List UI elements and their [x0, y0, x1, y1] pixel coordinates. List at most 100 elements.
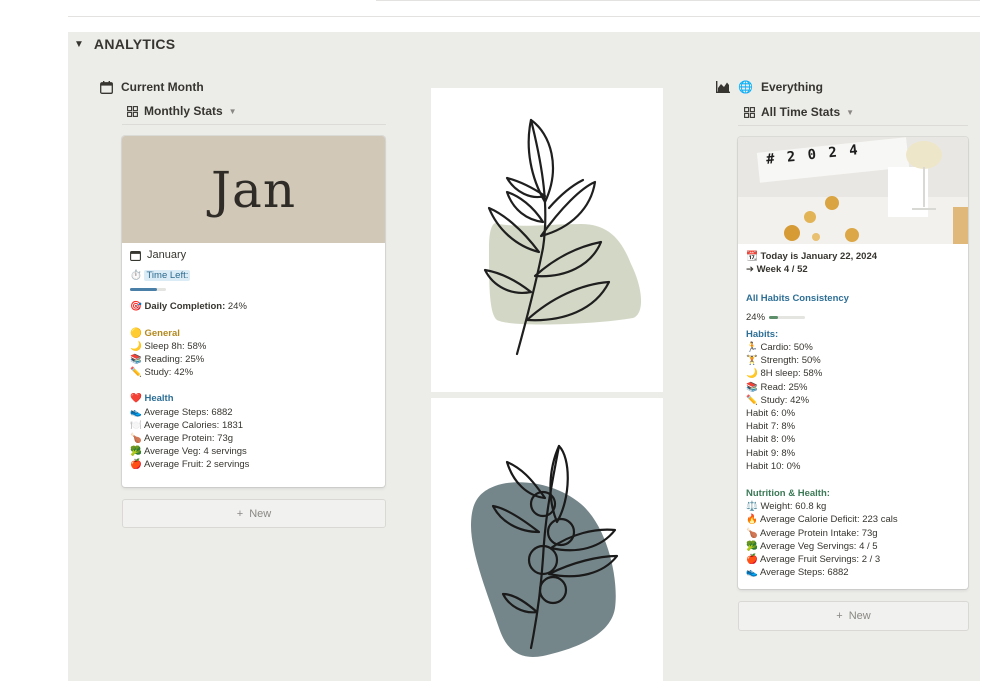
stat-row: 🥦 Average Veg: 4 servings	[130, 445, 377, 458]
stat-value: 4 servings	[203, 446, 247, 458]
chevron-down-icon[interactable]: ▼	[229, 107, 237, 116]
habit-value: 58%	[803, 368, 823, 380]
habit-label: Strength:	[760, 355, 800, 367]
leaf-branch-icon	[483, 118, 642, 356]
nutrition-value: 2 / 3	[861, 554, 881, 566]
stat-label: Average Calories:	[143, 419, 220, 431]
consistency-label: All Habits Consistency	[746, 293, 849, 305]
olive-branch-icon	[471, 444, 619, 657]
analytics-title: ANALYTICS	[93, 36, 176, 52]
apple-icon: 🍎	[130, 459, 142, 471]
consistency-row: 24%	[746, 311, 960, 324]
stat-row: 👟 Average Steps: 6882	[130, 406, 377, 419]
monthly-stats-tab[interactable]: Monthly Stats ▼	[127, 104, 237, 118]
habit-value: 0%	[781, 434, 796, 446]
habit-row: Habit 10: 0%	[746, 460, 960, 473]
current-month-label: Current Month	[121, 80, 204, 94]
plate-icon: 🍽️	[130, 419, 142, 431]
jan-cover-text: Jan	[210, 160, 297, 219]
shoe-icon: 👟	[746, 567, 758, 579]
calendar-icon	[130, 251, 141, 262]
consistency-progress-bar	[769, 315, 806, 319]
nutrition-row: 🔥 Average Calorie Deficit: 223 cals	[746, 513, 960, 526]
current-month-heading[interactable]: Current Month	[100, 80, 204, 94]
heart-icon: ❤️	[130, 393, 142, 405]
nutrition-label-text: Average Veg Servings:	[759, 540, 857, 552]
new-button[interactable]: + New	[122, 499, 386, 528]
stat-row: 🌙 Sleep 8h: 58%	[130, 340, 377, 353]
nutrition-row: 🍎 Average Fruit Servings: 2 / 3	[746, 553, 960, 566]
analytics-panel: ▼ ANALYTICS Current Month Monthly Stats …	[68, 32, 980, 681]
books-icon: 📚	[130, 354, 142, 366]
stat-label: Average Steps:	[143, 406, 209, 418]
habit-value: 8%	[781, 421, 796, 433]
analytics-header[interactable]: ▼ ANALYTICS	[74, 36, 175, 52]
moon-icon: 🌙	[746, 368, 758, 380]
jan-cover: Jan	[122, 136, 385, 243]
stat-label: Study:	[144, 367, 172, 379]
consistency-value: 24%	[746, 311, 766, 323]
stat-row: 🍗 Average Protein: 73g	[130, 432, 377, 445]
time-left-row: ⏱️ Time Left:	[130, 269, 377, 282]
calendar-icon	[100, 80, 113, 94]
broccoli-icon: 🥦	[130, 446, 142, 458]
habit-row: Habit 8: 0%	[746, 433, 960, 446]
nutrition-row: 🥦 Average Veg Servings: 4 / 5	[746, 540, 960, 553]
stat-label: Reading:	[144, 354, 183, 366]
all-time-card[interactable]: # 2 0 2 4 📆 Today is January 22, 2024 ➔ …	[738, 137, 968, 589]
habit-row: 📚 Read: 25%	[746, 381, 960, 394]
time-left-progress-fill	[130, 287, 157, 291]
top-divider	[376, 0, 980, 1]
weightlifter-icon: 🏋️	[746, 355, 758, 367]
fire-icon: 🔥	[746, 514, 758, 526]
area-chart-icon	[716, 81, 730, 93]
nutrition-value: 6882	[827, 567, 849, 579]
all-time-stats-tab[interactable]: All Time Stats ▼	[744, 105, 854, 119]
habit-value: 0%	[781, 408, 796, 420]
chevron-down-icon[interactable]: ▼	[846, 108, 854, 117]
time-left-progress-bar	[130, 287, 166, 291]
nutrition-label-text: Average Fruit Servings:	[759, 554, 860, 566]
habit-label: Habit 6:	[746, 408, 779, 420]
nutrition-label-text: Weight:	[760, 501, 793, 513]
habit-label: 8H sleep:	[760, 368, 801, 380]
nutrition-row: 🍗 Average Protein Intake: 73g	[746, 527, 960, 540]
drumstick-icon: 🍗	[746, 527, 758, 539]
stat-value: 1831	[221, 419, 244, 431]
stat-row: ✏️ Study: 42%	[130, 366, 377, 379]
stat-label: Average Fruit:	[143, 459, 204, 471]
nutrition-value: 73g	[861, 527, 878, 539]
general-label: General	[144, 327, 180, 339]
pencil-icon: ✏️	[130, 367, 142, 379]
olive-art-image	[431, 398, 663, 681]
new-button[interactable]: + New	[738, 601, 969, 631]
card-title: January	[147, 249, 187, 261]
nutrition-label-text: Average Steps:	[759, 567, 825, 579]
daily-completion-value: 24%	[227, 301, 247, 313]
everything-heading[interactable]: 🌐 Everything	[716, 80, 823, 94]
habit-label: Habit 8:	[746, 434, 779, 446]
toggle-triangle-icon[interactable]: ▼	[74, 39, 84, 50]
habit-value: 25%	[788, 381, 808, 393]
habit-label: Habit 7:	[746, 421, 779, 433]
habit-row: Habit 7: 8%	[746, 420, 960, 433]
stat-label: Average Protein:	[143, 433, 215, 445]
stat-row: 🍎 Average Fruit: 2 servings	[130, 458, 377, 471]
habit-value: 8%	[781, 447, 796, 459]
habit-value: 0%	[786, 460, 801, 472]
habit-row: 🏃 Cardio: 50%	[746, 341, 960, 354]
section-divider	[68, 16, 980, 17]
scale-icon: ⚖️	[746, 501, 758, 513]
stat-value: 58%	[187, 340, 207, 352]
globe-icon: 🌐	[738, 80, 753, 94]
nutrition-value: 223 cals	[862, 514, 898, 526]
stat-value: 73g	[217, 433, 234, 445]
habit-value: 42%	[790, 394, 810, 406]
everything-label: Everything	[760, 80, 823, 94]
all-time-stats-label: All Time Stats	[761, 105, 841, 119]
stat-value: 42%	[174, 367, 194, 379]
today-row: 📆 Today is January 22, 2024	[746, 250, 960, 263]
new-button-label: New	[848, 610, 871, 622]
habit-row: Habit 6: 0%	[746, 407, 960, 420]
january-card[interactable]: Jan January ⏱️ Time Left: 🎯 Daily Comple…	[122, 136, 385, 487]
